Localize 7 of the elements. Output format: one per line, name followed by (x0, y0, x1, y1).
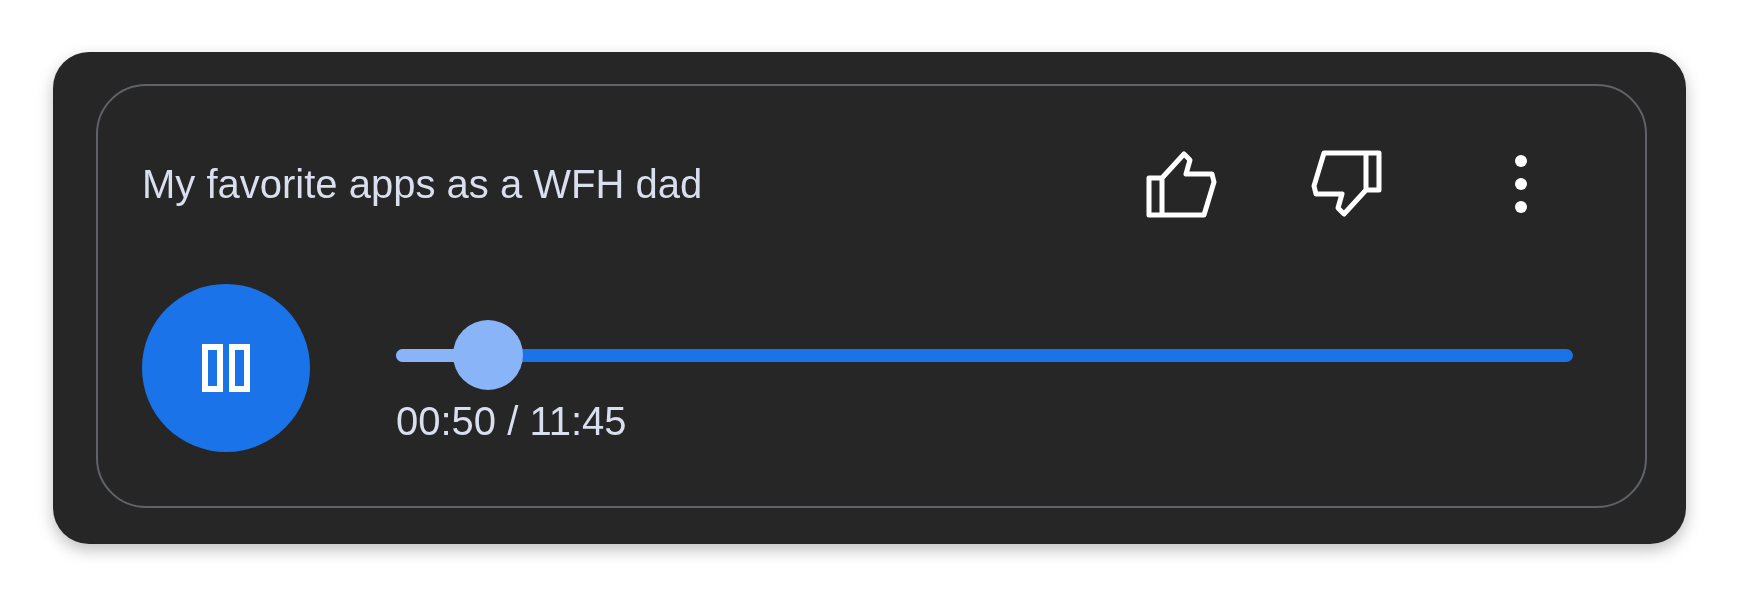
progress-slider[interactable] (396, 320, 1573, 390)
pause-icon (201, 343, 251, 393)
playback-time: 00:50 / 11:45 (396, 399, 628, 444)
episode-title: My favorite apps as a WFH dad (142, 161, 704, 207)
thumbs-down-icon[interactable] (1310, 150, 1382, 218)
thumbs-up-icon[interactable] (1146, 150, 1218, 218)
more-options-icon[interactable] (1514, 154, 1528, 214)
